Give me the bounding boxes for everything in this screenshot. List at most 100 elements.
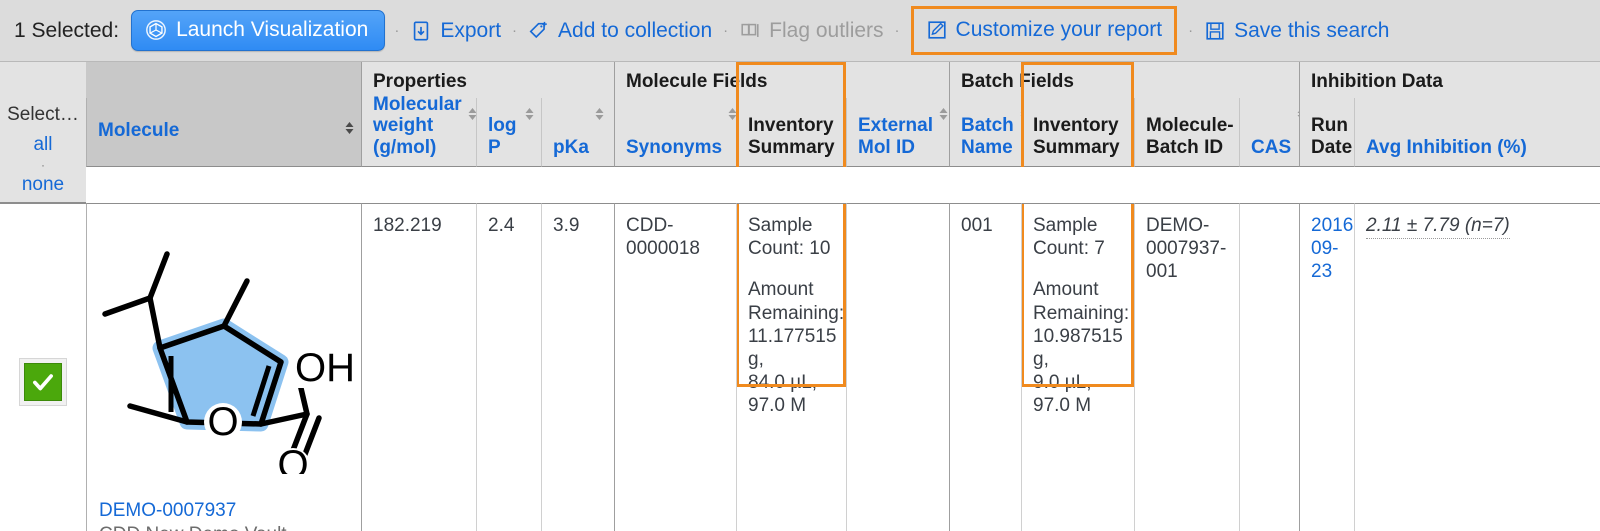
row-select-cell — [0, 203, 86, 531]
export-label: Export — [440, 18, 502, 42]
batch-amount-line-1: 10.987515 g, — [1033, 325, 1123, 370]
customize-your-report-label: Customize your report — [955, 18, 1163, 41]
column-header-label: Molecular weight (g/mol) — [373, 94, 462, 158]
column-header-synonyms[interactable]: Synonyms — [614, 98, 737, 167]
cell-cas — [1239, 203, 1299, 531]
column-header-run-date[interactable]: Run Date — [1299, 98, 1354, 167]
group-blank-molecule — [86, 62, 361, 98]
toolbar-separator: · — [723, 22, 729, 39]
molecule-amount-line-1: 11.177515 g, — [748, 325, 837, 370]
cell-pka: 3.9 — [541, 203, 614, 531]
column-header-molecule-batch-id[interactable]: Molecule-Batch ID — [1134, 98, 1239, 167]
cell-molecular-weight: 182.219 — [361, 203, 476, 531]
results-toolbar: 1 Selected: Launch Visualization · Expor… — [0, 0, 1600, 62]
cell-log-p: 2.4 — [476, 203, 541, 531]
export-button[interactable]: Export — [408, 16, 503, 46]
column-header-external-mol-id[interactable]: External Mol ID — [846, 98, 949, 167]
launch-visualization-label: Launch Visualization — [176, 18, 369, 41]
column-header-label: Inventory Summary — [1033, 115, 1120, 158]
toolbar-separator: · — [894, 22, 900, 39]
toolbar-separator: · — [512, 22, 518, 39]
group-blank-select — [0, 62, 86, 98]
hydroxyl-label: OH — [295, 346, 353, 390]
select-header-title: Select… — [7, 104, 79, 125]
ring-oxygen-label: O — [207, 400, 238, 444]
select-separator-dot: · — [41, 157, 45, 172]
column-group-header-row: Properties Molecule Fields Batch Fields … — [0, 62, 1600, 98]
column-header-molecular-weight[interactable]: Molecular weight (g/mol) — [361, 94, 477, 167]
column-header-label: Run Date — [1311, 115, 1353, 158]
molecule-sample-count: Sample Count: 10 — [748, 215, 831, 260]
select-all-link[interactable]: all — [33, 131, 52, 159]
save-this-search-label: Save this search — [1234, 18, 1390, 42]
column-header-molecule[interactable]: Molecule — [86, 98, 361, 167]
sort-arrows-icon[interactable] — [594, 106, 605, 127]
edit-report-icon — [926, 19, 948, 41]
column-header-label: External Mol ID — [858, 115, 933, 158]
cell-batch-inventory-summary: Sample Count: 7 Amount Remaining: 10.987… — [1021, 203, 1134, 531]
column-header-label: Molecule-Batch ID — [1146, 115, 1234, 158]
batch-sample-count: Sample Count: 7 — [1033, 215, 1105, 260]
select-none-link[interactable]: none — [22, 171, 64, 199]
column-header-label: Avg Inhibition (%) — [1366, 136, 1527, 158]
group-properties: Properties — [361, 62, 614, 98]
molecule-cell: O OH O DEMO-0007937 CDD New Demo Vault — [86, 203, 361, 531]
tag-plus-icon — [528, 20, 550, 42]
group-inhibition-data: Inhibition Data — [1299, 62, 1600, 98]
column-header-batch-name[interactable]: Batch Name — [949, 98, 1029, 167]
molecule-id-link[interactable]: DEMO-0007937 — [87, 499, 361, 524]
run-date-link[interactable]: 2016-09-23 — [1311, 215, 1354, 282]
column-header-label: pKa — [553, 136, 589, 158]
flag-outliers-button[interactable]: Flag outliers — [737, 16, 885, 46]
add-to-collection-button[interactable]: Add to collection — [526, 16, 714, 46]
flag-outliers-label: Flag outliers — [769, 18, 884, 42]
column-header-label: Batch Name — [961, 115, 1014, 158]
cell-avg-inhibition: 2.11 ± 7.79 (n=7) — [1354, 203, 1600, 531]
batch-amount-line-2: 9.0 µL, — [1033, 372, 1092, 394]
column-header-label: log P — [488, 115, 517, 158]
sort-arrows-icon[interactable] — [344, 120, 355, 141]
column-header-pka[interactable]: pKa — [541, 98, 614, 167]
table-row: O OH O DEMO-0007937 CDD New Demo Vault 1… — [0, 203, 1600, 531]
column-header-avg-inhibition[interactable]: Avg Inhibition (%) — [1354, 98, 1600, 167]
sort-arrows-icon[interactable] — [524, 106, 535, 127]
molecule-structure-image[interactable]: O OH O — [87, 212, 361, 499]
avg-inhibition-value[interactable]: 2.11 ± 7.79 (n=7) — [1366, 215, 1510, 239]
row-checkbox[interactable] — [24, 363, 62, 401]
molecule-search-results-page: 1 Selected: Launch Visualization · Expor… — [0, 0, 1600, 531]
column-header-label: CAS — [1251, 136, 1292, 158]
group-batch-fields: Batch Fields — [949, 62, 1299, 98]
customize-your-report-button[interactable]: Customize your report — [910, 6, 1178, 55]
column-header-cas[interactable]: CAS — [1239, 98, 1306, 167]
cell-molecule-inventory-summary: Sample Count: 10 Amount Remaining: 11.17… — [736, 203, 846, 531]
cell-synonyms: CDD-0000018 — [614, 203, 736, 531]
column-header-molecule-inventory-summary[interactable]: Inventory Summary — [736, 62, 846, 167]
cell-batch-name: 001 — [949, 203, 1021, 531]
batch-amount-line-3: 97.0 M — [1033, 395, 1092, 417]
molecule-amount-line-2: 84.0 µL, — [748, 372, 818, 394]
launch-visualization-button[interactable]: Launch Visualization — [131, 10, 386, 51]
carbonyl-oxygen-label: O — [277, 443, 308, 474]
cell-external-mol-id — [846, 203, 949, 531]
cube-icon — [145, 19, 167, 41]
toolbar-separator: · — [1188, 22, 1194, 39]
save-this-search-button[interactable]: Save this search — [1202, 16, 1391, 46]
toolbar-separator: · — [394, 22, 400, 39]
flag-outliers-icon — [739, 20, 761, 42]
cell-run-date: 2016-09-23 — [1299, 203, 1354, 531]
add-to-collection-label: Add to collection — [558, 18, 713, 42]
cell-molecule-batch-id: DEMO-0007937-001 — [1134, 203, 1239, 531]
sort-arrows-icon[interactable] — [938, 106, 949, 127]
column-header-log-p[interactable]: log P — [476, 98, 541, 167]
molecule-vault-label: CDD New Demo Vault — [87, 523, 361, 531]
checkmark-icon — [33, 374, 53, 391]
column-header-batch-inventory-summary[interactable]: Inventory Summary — [1021, 62, 1134, 167]
column-header-label: Molecule — [98, 120, 180, 142]
export-icon — [410, 20, 432, 42]
save-disk-icon — [1204, 20, 1226, 42]
batch-amount-remaining-label: Amount Remaining: — [1033, 279, 1130, 324]
select-all-none-header: Select… all · none — [0, 98, 86, 203]
column-header-label: Inventory Summary — [748, 115, 835, 158]
